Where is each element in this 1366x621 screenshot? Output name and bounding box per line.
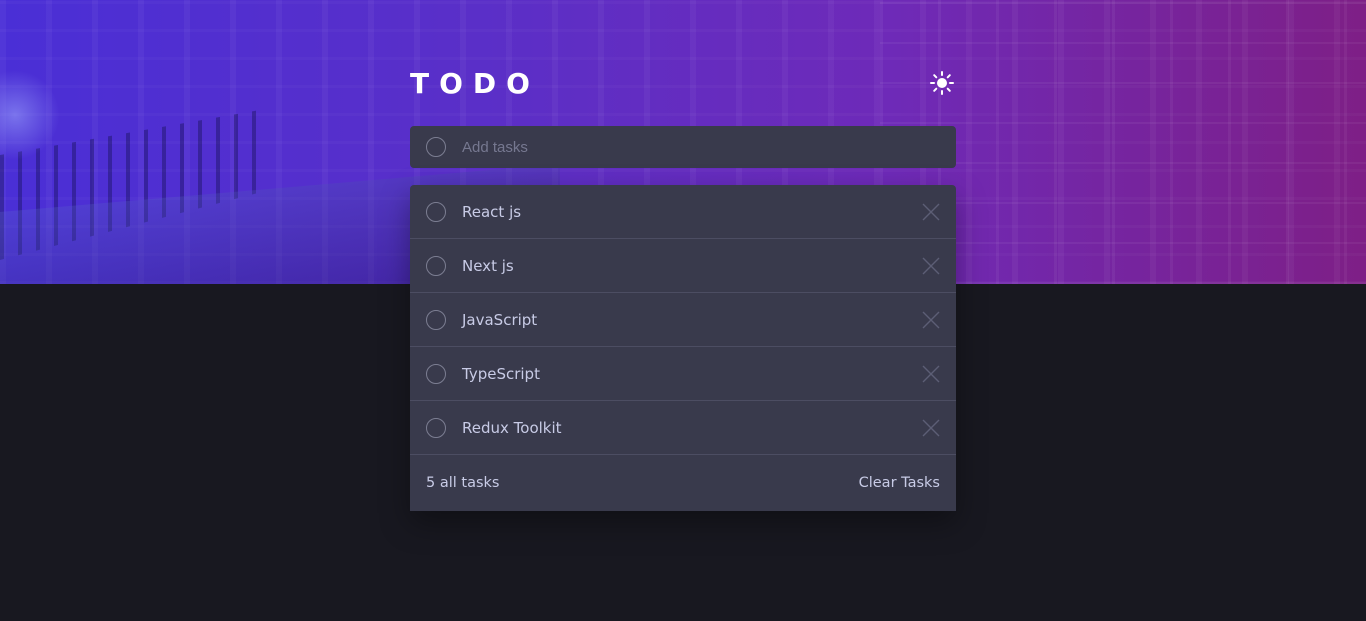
close-icon	[922, 311, 940, 328]
task-count: 5 all tasks	[426, 475, 500, 491]
page-title: TODO	[410, 66, 540, 100]
task-label: TypeScript	[462, 364, 540, 383]
task-label: Redux Toolkit	[462, 418, 562, 437]
new-task-check-circle[interactable]	[426, 137, 446, 157]
sun-icon	[930, 71, 954, 95]
task-label: JavaScript	[462, 310, 538, 329]
clear-tasks-button[interactable]: Clear Tasks	[859, 475, 940, 491]
close-icon	[922, 203, 940, 220]
todo-app: TODO React js	[410, 60, 956, 511]
delete-task-button[interactable]	[922, 311, 940, 329]
task-item[interactable]: JavaScript	[410, 293, 956, 347]
task-check-circle[interactable]	[426, 417, 446, 438]
task-label: Next js	[462, 256, 514, 275]
delete-task-button[interactable]	[922, 257, 940, 275]
task-check-circle[interactable]	[426, 255, 446, 276]
close-icon	[922, 419, 940, 436]
task-list-footer: 5 all tasks Clear Tasks	[410, 455, 956, 511]
task-check-circle[interactable]	[426, 309, 446, 330]
app-header: TODO	[410, 60, 956, 106]
close-icon	[922, 365, 940, 382]
task-check-circle[interactable]	[426, 201, 446, 222]
task-item[interactable]: Redux Toolkit	[410, 401, 956, 455]
add-task-input[interactable]	[462, 138, 922, 156]
task-label: React js	[462, 202, 522, 221]
new-task-field	[410, 126, 956, 168]
delete-task-button[interactable]	[922, 203, 940, 221]
task-item[interactable]: TypeScript	[410, 347, 956, 401]
theme-toggle-button[interactable]	[928, 69, 956, 97]
delete-task-button[interactable]	[922, 365, 940, 383]
task-list: React js Next js JavaScript TypeScript R…	[410, 185, 956, 511]
task-item[interactable]: React js	[410, 185, 956, 239]
task-item[interactable]: Next js	[410, 239, 956, 293]
close-icon	[922, 257, 940, 274]
task-check-circle[interactable]	[426, 363, 446, 384]
delete-task-button[interactable]	[922, 419, 940, 437]
